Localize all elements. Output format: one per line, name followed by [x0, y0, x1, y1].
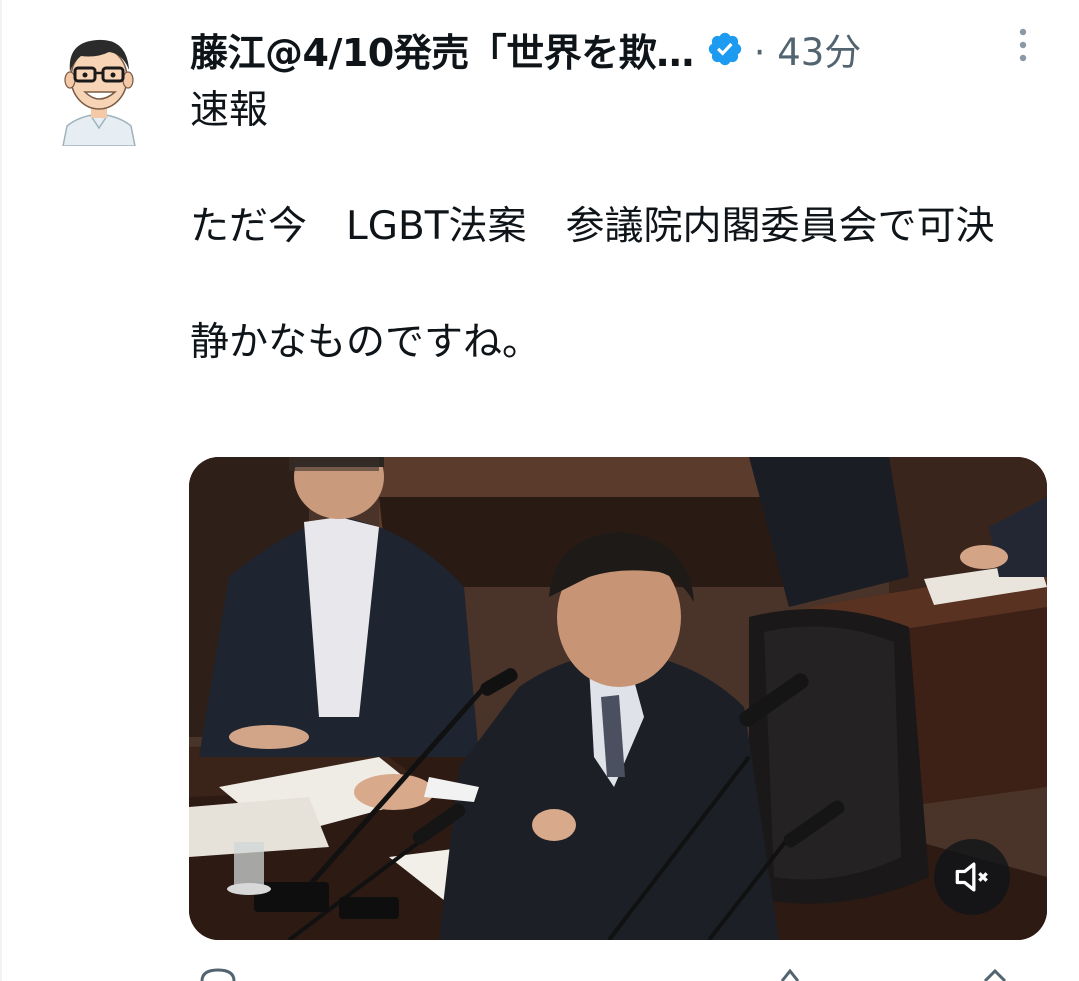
- tweet-action-bar: [200, 968, 1007, 981]
- tweet-header: 藤江@4/10発売「世界を欺… · 43分: [190, 22, 1010, 76]
- author-avatar[interactable]: [57, 28, 141, 146]
- mute-button[interactable]: [934, 839, 1010, 915]
- share-icon: [983, 968, 1007, 981]
- author-display-name[interactable]: 藤江@4/10発売「世界を欺…: [190, 22, 694, 77]
- speaker-muted-icon: [955, 862, 988, 892]
- vertical-ellipsis-icon[interactable]: [1012, 26, 1034, 66]
- like-icon: [780, 968, 800, 981]
- video-frame: [189, 457, 1047, 940]
- tweet-video[interactable]: [189, 457, 1047, 940]
- tweet-timestamp[interactable]: · 43分: [754, 22, 862, 76]
- verified-badge-icon[interactable]: [706, 30, 744, 68]
- tweet-card[interactable]: 藤江@4/10発売「世界を欺… · 43分 速報 ただ今 LGBT法案 参議院内…: [0, 0, 1079, 981]
- tweet-body-text: 速報 ただ今 LGBT法案 参議院内閣委員会で可決 静かなものですね。: [190, 88, 995, 365]
- reply-icon: [200, 968, 236, 981]
